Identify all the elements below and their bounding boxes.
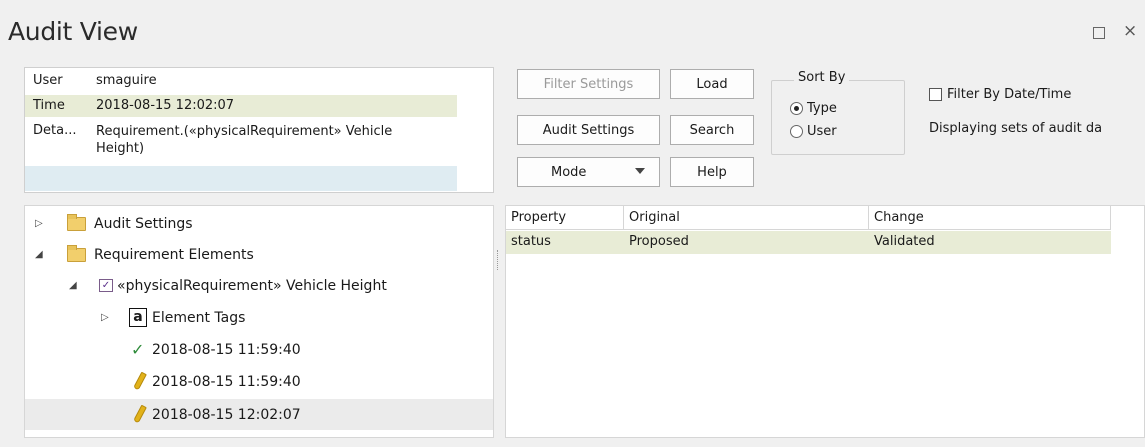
radio-label: User (807, 124, 837, 139)
table-row[interactable]: status Proposed Validated (506, 231, 1111, 254)
cell-original: Proposed (629, 234, 689, 249)
tree-item-audit-entry[interactable]: 2018-08-15 11:59:40 (25, 366, 493, 397)
folder-icon (67, 244, 86, 262)
detail-row-user: User smaguire (25, 70, 457, 92)
detail-value: smaguire (96, 73, 157, 88)
cell-change: Validated (874, 234, 935, 249)
folder-icon (67, 213, 86, 231)
panel-splitter[interactable] (497, 250, 500, 270)
checkbox-icon (929, 88, 942, 101)
detail-key: Deta... (33, 123, 77, 138)
radio-selected-icon (790, 102, 803, 115)
audit-changes-grid: Property Original Change status Proposed… (505, 205, 1145, 438)
tree-item-label: 2018-08-15 12:02:07 (152, 406, 301, 423)
sort-by-user-radio[interactable]: User (790, 124, 837, 139)
expand-icon[interactable]: ▷ (35, 218, 45, 229)
column-header-original[interactable]: Original (624, 206, 869, 230)
sort-by-type-radio[interactable]: Type (790, 101, 837, 116)
detail-key: Time (33, 98, 65, 113)
requirement-icon: ✓ (99, 279, 113, 292)
tree-item-label: «physicalRequirement» Vehicle Height (117, 277, 387, 294)
window-title: Audit View (8, 17, 138, 46)
tree-item-audit-entry[interactable]: ✓ 2018-08-15 11:59:40 (25, 334, 493, 365)
load-button[interactable]: Load (670, 69, 754, 99)
detail-value: Requirement.(«physicalRequirement» Vehic… (96, 124, 393, 156)
collapse-icon[interactable]: ◢ (69, 280, 79, 291)
detail-row-details: Deta... Requirement.(«physicalRequiremen… (25, 120, 457, 160)
maximize-icon[interactable] (1093, 27, 1105, 39)
detail-row-time: Time 2018-08-15 12:02:07 (25, 95, 457, 117)
audit-settings-button[interactable]: Audit Settings (517, 115, 660, 145)
sort-by-legend: Sort By (794, 70, 850, 85)
tree-item-label: 2018-08-15 11:59:40 (152, 373, 301, 390)
tree-item-label: Requirement Elements (94, 246, 254, 263)
collapse-icon[interactable]: ◢ (35, 249, 45, 260)
checkmark-icon: ✓ (131, 340, 145, 359)
close-icon[interactable]: × (1123, 21, 1137, 41)
radio-label: Type (807, 101, 837, 116)
radio-unselected-icon (790, 125, 803, 138)
audit-tree: ▷ Audit Settings ◢ Requirement Elements … (24, 205, 494, 438)
tree-item-audit-entry-selected[interactable]: 2018-08-15 12:02:07 (25, 399, 493, 430)
pencil-icon (133, 404, 147, 424)
chevron-down-icon (635, 168, 645, 174)
audit-detail-panel: User smaguire Time 2018-08-15 12:02:07 D… (24, 67, 494, 193)
tree-item-label: Audit Settings (94, 215, 193, 232)
tag-icon: a (129, 308, 147, 327)
tree-item-audit-settings[interactable]: ▷ Audit Settings (25, 208, 493, 239)
expand-icon[interactable]: ▷ (101, 312, 111, 323)
pencil-icon (133, 371, 147, 391)
mode-dropdown[interactable]: Mode (517, 157, 660, 187)
tree-item-label: Element Tags (152, 309, 246, 326)
tree-item-label: 2018-08-15 11:59:40 (152, 341, 301, 358)
column-header-change[interactable]: Change (869, 206, 1111, 230)
title-bar: Audit View × (0, 0, 1145, 60)
detail-key: User (33, 73, 63, 88)
tree-item-element-tags[interactable]: ▷ a Element Tags (25, 302, 493, 333)
grid-header: Property Original Change (506, 206, 1111, 230)
help-button[interactable]: Help (670, 157, 754, 187)
mode-label: Mode (551, 164, 587, 180)
tree-item-requirement-elements[interactable]: ◢ Requirement Elements (25, 239, 493, 270)
cell-property: status (511, 234, 551, 249)
checkbox-label: Filter By Date/Time (947, 87, 1072, 102)
tree-item-physical-requirement[interactable]: ◢ ✓ «physicalRequirement» Vehicle Height (25, 270, 493, 301)
detail-value: 2018-08-15 12:02:07 (96, 98, 235, 113)
detail-row-blank (25, 166, 457, 191)
search-button[interactable]: Search (670, 115, 754, 145)
filter-by-date-checkbox[interactable]: Filter By Date/Time (929, 87, 1071, 102)
sort-by-group (771, 80, 905, 155)
filter-settings-button[interactable]: Filter Settings (517, 69, 660, 99)
status-text: Displaying sets of audit da (929, 121, 1103, 136)
column-header-property[interactable]: Property (506, 206, 624, 230)
